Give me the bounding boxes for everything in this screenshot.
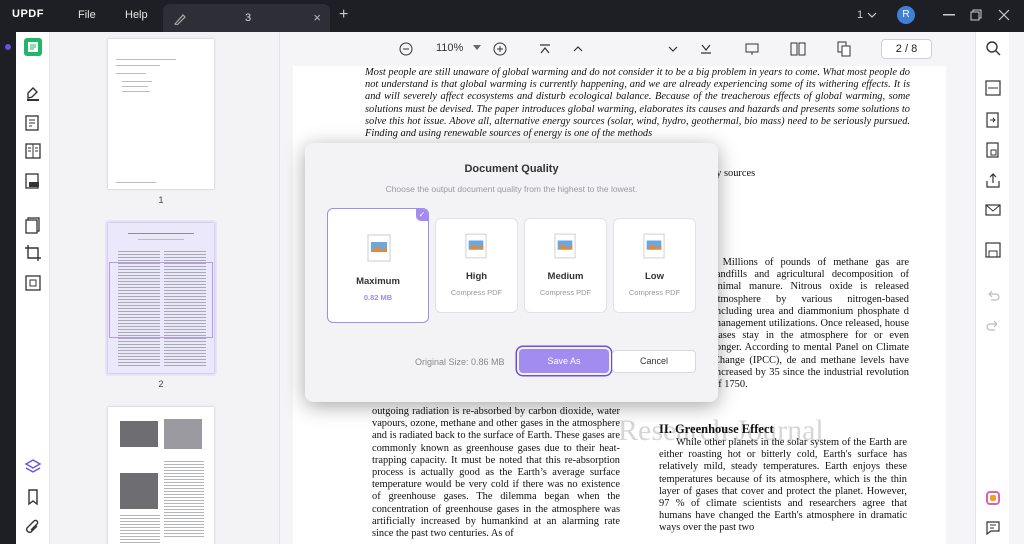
thumbnail-label: 2 [158,379,164,389]
ocr-icon[interactable] [985,80,1001,96]
quality-option-maximum[interactable]: ✓ Maximum 0.82 MB [327,208,429,323]
convert-icon[interactable] [985,112,1001,128]
quality-option-high[interactable]: High Compress PDF [435,218,518,313]
active-dot [5,44,11,50]
window-count[interactable]: 1 [857,9,863,21]
right-column-text: While other planets in the solar system … [659,437,907,534]
save-as-button[interactable]: Save As [519,349,609,373]
section-heading: II. Greenhouse Effect [659,422,774,436]
menu-help[interactable]: Help [125,9,148,21]
share-icon[interactable] [985,172,1001,188]
text-fragment: gy sources [711,168,756,179]
option-name: Low [645,271,664,282]
thumbnail-label: 1 [158,195,164,205]
thumbnail-page-2[interactable] [108,223,214,373]
menu-file[interactable]: File [78,9,96,21]
form-icon[interactable] [24,172,42,190]
restore-icon[interactable] [970,9,982,21]
tab-edit-icon [174,14,186,25]
first-page-icon[interactable] [539,43,551,55]
left-edge [0,32,16,544]
abstract-paragraph: Most people are still unaware of global … [365,67,910,140]
protect-icon[interactable] [985,142,1001,158]
attachment-icon[interactable] [24,518,42,536]
email-icon[interactable] [985,202,1001,218]
next-page-icon[interactable] [667,43,679,55]
crop-icon[interactable] [24,244,42,262]
page-layout-icon[interactable] [24,142,42,160]
right-column-text: . Millions of pounds of methane gas are … [713,257,909,391]
pdf-file-icon [367,234,391,262]
pdf-file-icon [554,233,576,259]
option-desc: Compress PDF [539,288,592,297]
viewport-indicator[interactable] [109,262,213,338]
page-number-input[interactable]: 2 / 8 [881,39,932,59]
bookmark-icon[interactable] [24,488,42,506]
option-desc: Compress PDF [628,288,681,297]
tab-title: 3 [245,12,252,24]
option-desc: Compress PDF [450,288,503,297]
thumbnail-panel: 1 2 [50,32,280,544]
zoom-level[interactable]: 110% [436,42,463,54]
option-name: High [465,271,488,282]
title-bar: UPDF File Help 3 × + 1 R [0,0,1024,32]
previous-page-icon[interactable] [572,43,584,55]
scrollbar[interactable] [1009,32,1024,544]
reader-icon[interactable] [24,38,42,56]
left-toolbar [16,32,50,544]
presentation-icon[interactable] [745,42,759,56]
app-logo: UPDF [12,8,44,20]
left-column-text: outgoing radiation is re-absorbed by car… [372,406,620,540]
last-page-icon[interactable] [700,43,712,55]
document-tab[interactable]: 3 × [163,4,330,32]
chevron-down-icon[interactable] [867,12,877,18]
check-icon: ✓ [416,209,428,221]
organize-pages-icon[interactable] [24,216,42,234]
minimize-icon[interactable] [943,14,955,16]
tab-close-icon[interactable]: × [313,10,321,25]
thumbnail-page-1[interactable] [108,39,214,189]
page-display-icon[interactable] [790,42,806,56]
quality-option-medium[interactable]: Medium Compress PDF [524,218,607,313]
option-size: 0.82 MB [363,293,393,302]
new-tab-icon[interactable]: + [339,6,348,24]
watermark-icon[interactable] [24,274,42,292]
save-icon[interactable] [985,242,1001,258]
right-toolbar [975,32,1009,544]
compare-icon[interactable] [837,41,851,57]
comment-icon[interactable] [985,520,1001,536]
quality-option-low[interactable]: Low Compress PDF [613,218,696,313]
zoom-dropdown-icon[interactable] [473,45,481,51]
dialog-title: Document Quality [464,163,559,175]
ai-assistant-icon[interactable] [985,490,1001,506]
edit-text-icon[interactable] [24,114,42,132]
zoom-out-icon[interactable] [399,42,413,56]
thumbnail-page-3[interactable] [108,407,214,544]
cancel-button[interactable]: Cancel [612,350,696,373]
pdf-file-icon [465,233,487,259]
zoom-in-icon[interactable] [493,42,507,56]
layers-icon[interactable] [24,458,42,476]
redo-icon[interactable] [985,318,1001,334]
option-name: Maximum [356,276,400,287]
window-close-icon[interactable] [998,9,1010,21]
undo-icon[interactable] [985,288,1001,304]
dialog-subtitle: Choose the output document quality from … [385,184,638,194]
pdf-file-icon [643,233,665,259]
original-size-text: Original Size: 0.86 MB [415,357,505,367]
option-name: Medium [547,271,584,282]
avatar[interactable]: R [897,6,915,24]
viewer-toolbar: 110% 2 / 8 [280,32,968,66]
highlighter-icon[interactable] [24,84,42,102]
document-quality-dialog: Document Quality Choose the output docum… [305,143,718,402]
search-icon[interactable] [985,40,1001,56]
